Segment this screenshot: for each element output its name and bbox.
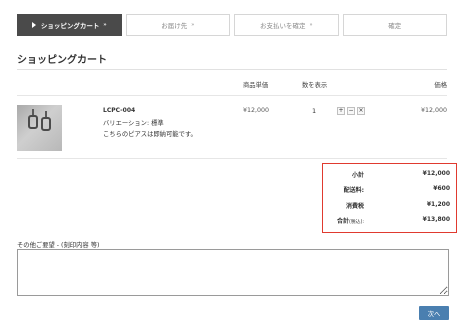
caret-right-icon (31, 22, 36, 28)
product-variation: バリエーション: 標準 (103, 120, 164, 127)
step-label: ショッピングカート (40, 22, 100, 30)
chevron-right-icon: » (103, 22, 107, 28)
total-tax-note: (税込): (349, 220, 364, 225)
summary-total-row: 合計(税込): ¥13,800 (323, 216, 458, 230)
quantity-controls: + − × (337, 107, 365, 115)
summary-subtotal-row: 小計 ¥12,000 (323, 170, 458, 184)
header-price: 価格 (434, 82, 447, 89)
increase-quantity-button[interactable]: + (337, 107, 345, 115)
step-label: お届け先 (161, 22, 188, 30)
shipping-label: 配送料: (343, 187, 364, 194)
total-value: ¥13,800 (422, 216, 450, 223)
title-divider (17, 69, 447, 70)
page-title: ショッピングカート (17, 55, 107, 66)
total-label: 合計(税込): (337, 216, 364, 225)
earring-hoop (28, 115, 38, 129)
header-unit-price: 商品単価 (243, 82, 269, 89)
header-qty: 数を表示 (302, 82, 328, 89)
checkout-steps: ショッピングカート » お届け先 » お支払いを確定 » 確定 (17, 14, 447, 36)
notes-textarea[interactable] (17, 249, 449, 296)
tax-label: 消費税 (345, 203, 364, 210)
step-complete[interactable]: 確定 (342, 14, 447, 36)
chevron-right-icon: » (191, 22, 195, 28)
summary-shipping-row: 配送料: ¥600 (323, 185, 458, 199)
step-shopping-cart[interactable]: ショッピングカート » (17, 14, 122, 36)
step-confirm-payment[interactable]: お支払いを確定 » (234, 14, 339, 36)
row-divider (17, 158, 447, 159)
step-label: お支払いを確定 (259, 22, 306, 30)
earring-hoop (41, 117, 51, 131)
decrease-quantity-button[interactable]: − (347, 107, 355, 115)
step-shipping-address[interactable]: お届け先 » (125, 14, 230, 36)
step-label: 確定 (388, 22, 402, 30)
header-divider (17, 95, 447, 96)
line-price: ¥12,000 (420, 107, 447, 114)
summary-tax-row: 消費税 ¥1,200 (323, 201, 458, 215)
product-image[interactable] (17, 105, 62, 151)
product-code[interactable]: LCPC-004 (103, 107, 135, 114)
chevron-right-icon: » (309, 22, 313, 28)
total-label-text: 合計 (337, 218, 350, 225)
notes-label: その他ご要望 - (刻印内容 等) (17, 242, 100, 249)
unit-price: ¥12,000 (243, 107, 270, 114)
subtotal-label: 小計 (351, 172, 364, 179)
quantity-value: 1 (312, 107, 317, 115)
product-note: こちらのピアスは即納可能です。 (103, 131, 197, 138)
tax-value: ¥1,200 (426, 201, 450, 208)
shipping-value: ¥600 (433, 185, 450, 192)
remove-item-button[interactable]: × (357, 107, 365, 115)
next-button[interactable]: 次へ (419, 306, 449, 320)
order-summary: 小計 ¥12,000 配送料: ¥600 消費税 ¥1,200 合計(税込): … (322, 163, 457, 233)
subtotal-value: ¥12,000 (422, 170, 450, 177)
